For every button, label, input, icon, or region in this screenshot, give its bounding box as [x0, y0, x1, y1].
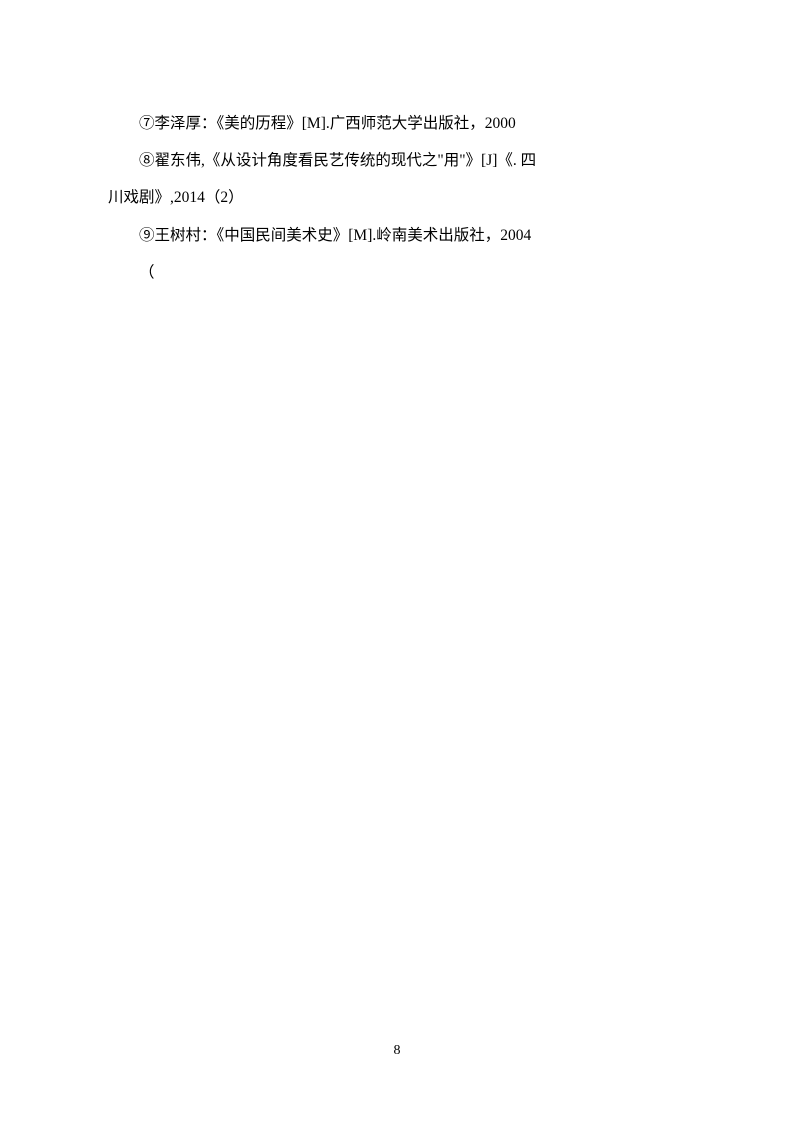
- page-number: 8: [0, 1043, 794, 1059]
- reference-entry-8-part2: 川戏剧》,2014（2）: [108, 179, 686, 216]
- orphan-paren: （: [108, 254, 686, 291]
- document-page: ⑦李泽厚：《美的历程》[M].广西师范大学出版社，2000 ⑧翟东伟,《从设计角…: [0, 0, 794, 291]
- reference-entry-7: ⑦李泽厚：《美的历程》[M].广西师范大学出版社，2000: [108, 105, 686, 142]
- reference-entry-9: ⑨王树村：《中国民间美术史》[M].岭南美术出版社，2004: [108, 217, 686, 254]
- reference-entry-8-part1: ⑧翟东伟,《从设计角度看民艺传统的现代之"用"》[J]《. 四: [108, 142, 686, 179]
